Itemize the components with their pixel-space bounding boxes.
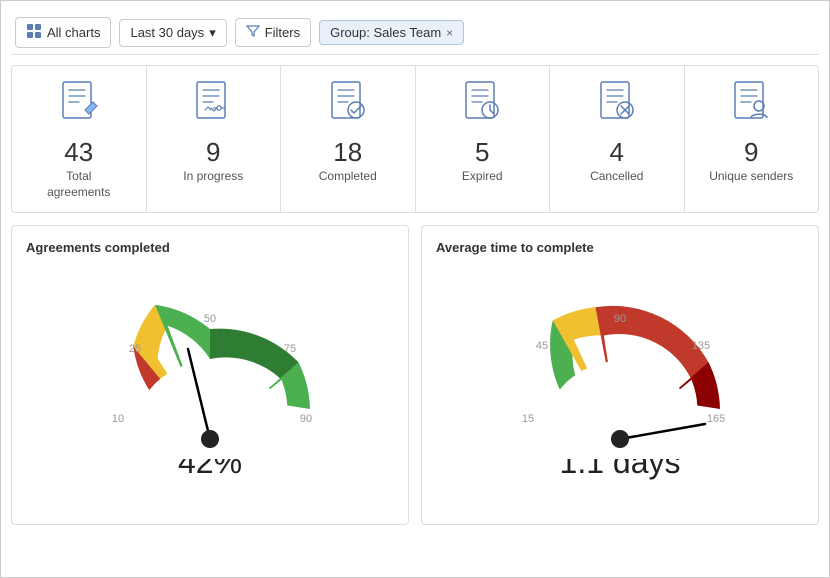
cancelled-number: 4 (610, 139, 624, 165)
stat-card-expired: 5 Expired (416, 66, 551, 212)
stat-card-cancelled: 4 Cancelled (550, 66, 685, 212)
svg-text:90: 90 (614, 313, 626, 325)
chevron-down-icon: ▾ (209, 25, 216, 41)
in-progress-label: In progress (183, 169, 243, 185)
charts-icon (26, 23, 42, 42)
filter-icon (246, 24, 260, 41)
completed-number: 18 (333, 139, 362, 165)
svg-text:135: 135 (692, 340, 710, 352)
svg-text:45: 45 (536, 340, 548, 352)
stat-card-unique-senders: 9 Unique senders (685, 66, 819, 212)
all-charts-label: All charts (47, 25, 100, 40)
date-range-button[interactable]: Last 30 days ▾ (119, 19, 226, 47)
agreements-completed-panel: Agreements completed (11, 225, 409, 525)
completed-label: Completed (319, 169, 377, 185)
stats-row: 43 Totalagreements 9 In progress (11, 65, 819, 213)
cancelled-label: Cancelled (590, 169, 643, 185)
svg-text:50: 50 (204, 313, 216, 325)
filters-button[interactable]: Filters (235, 18, 311, 47)
total-agreements-icon (59, 80, 99, 131)
svg-text:75: 75 (284, 343, 296, 355)
agreements-completed-title: Agreements completed (26, 240, 394, 255)
svg-text:15: 15 (522, 413, 534, 425)
group-tag-label: Group: Sales Team (330, 25, 441, 40)
avg-time-complete-gauge: 15 45 90 135 165 (490, 294, 750, 454)
expired-label: Expired (462, 169, 503, 185)
avg-time-complete-area: 15 45 90 135 165 (436, 265, 804, 510)
unique-senders-label: Unique senders (709, 169, 793, 185)
toolbar: All charts Last 30 days ▾ Filters Group:… (11, 11, 819, 55)
svg-text:10: 10 (112, 413, 124, 425)
svg-text:25: 25 (129, 343, 141, 355)
main-container: All charts Last 30 days ▾ Filters Group:… (0, 0, 830, 578)
group-tag: Group: Sales Team × (319, 20, 464, 45)
in-progress-icon (193, 80, 233, 131)
date-range-label: Last 30 days (130, 25, 204, 40)
in-progress-number: 9 (206, 139, 220, 165)
all-charts-button[interactable]: All charts (15, 17, 111, 48)
avg-time-complete-title: Average time to complete (436, 240, 804, 255)
expired-icon (462, 80, 502, 131)
avg-time-complete-panel: Average time to complete (421, 225, 819, 525)
gauge-svg-left: 10 25 50 75 90 (80, 294, 340, 459)
unique-senders-icon (731, 80, 771, 131)
stat-card-completed: 18 Completed (281, 66, 416, 212)
gauge-svg-right: 15 45 90 135 165 (490, 294, 750, 459)
expired-number: 5 (475, 139, 489, 165)
unique-senders-number: 9 (744, 139, 758, 165)
stat-card-total-agreements: 43 Totalagreements (12, 66, 147, 212)
charts-row: Agreements completed (11, 225, 819, 525)
agreements-completed-area: 10 25 50 75 90 42% (26, 265, 394, 510)
filters-label: Filters (265, 25, 300, 40)
cancelled-icon (597, 80, 637, 131)
group-tag-close[interactable]: × (446, 26, 453, 40)
stat-card-in-progress: 9 In progress (147, 66, 282, 212)
svg-text:165: 165 (707, 413, 725, 425)
svg-text:90: 90 (300, 413, 312, 425)
completed-icon (328, 80, 368, 131)
agreements-completed-gauge: 10 25 50 75 90 (80, 294, 340, 454)
total-agreements-number: 43 (64, 139, 93, 165)
total-agreements-label: Totalagreements (47, 169, 110, 200)
